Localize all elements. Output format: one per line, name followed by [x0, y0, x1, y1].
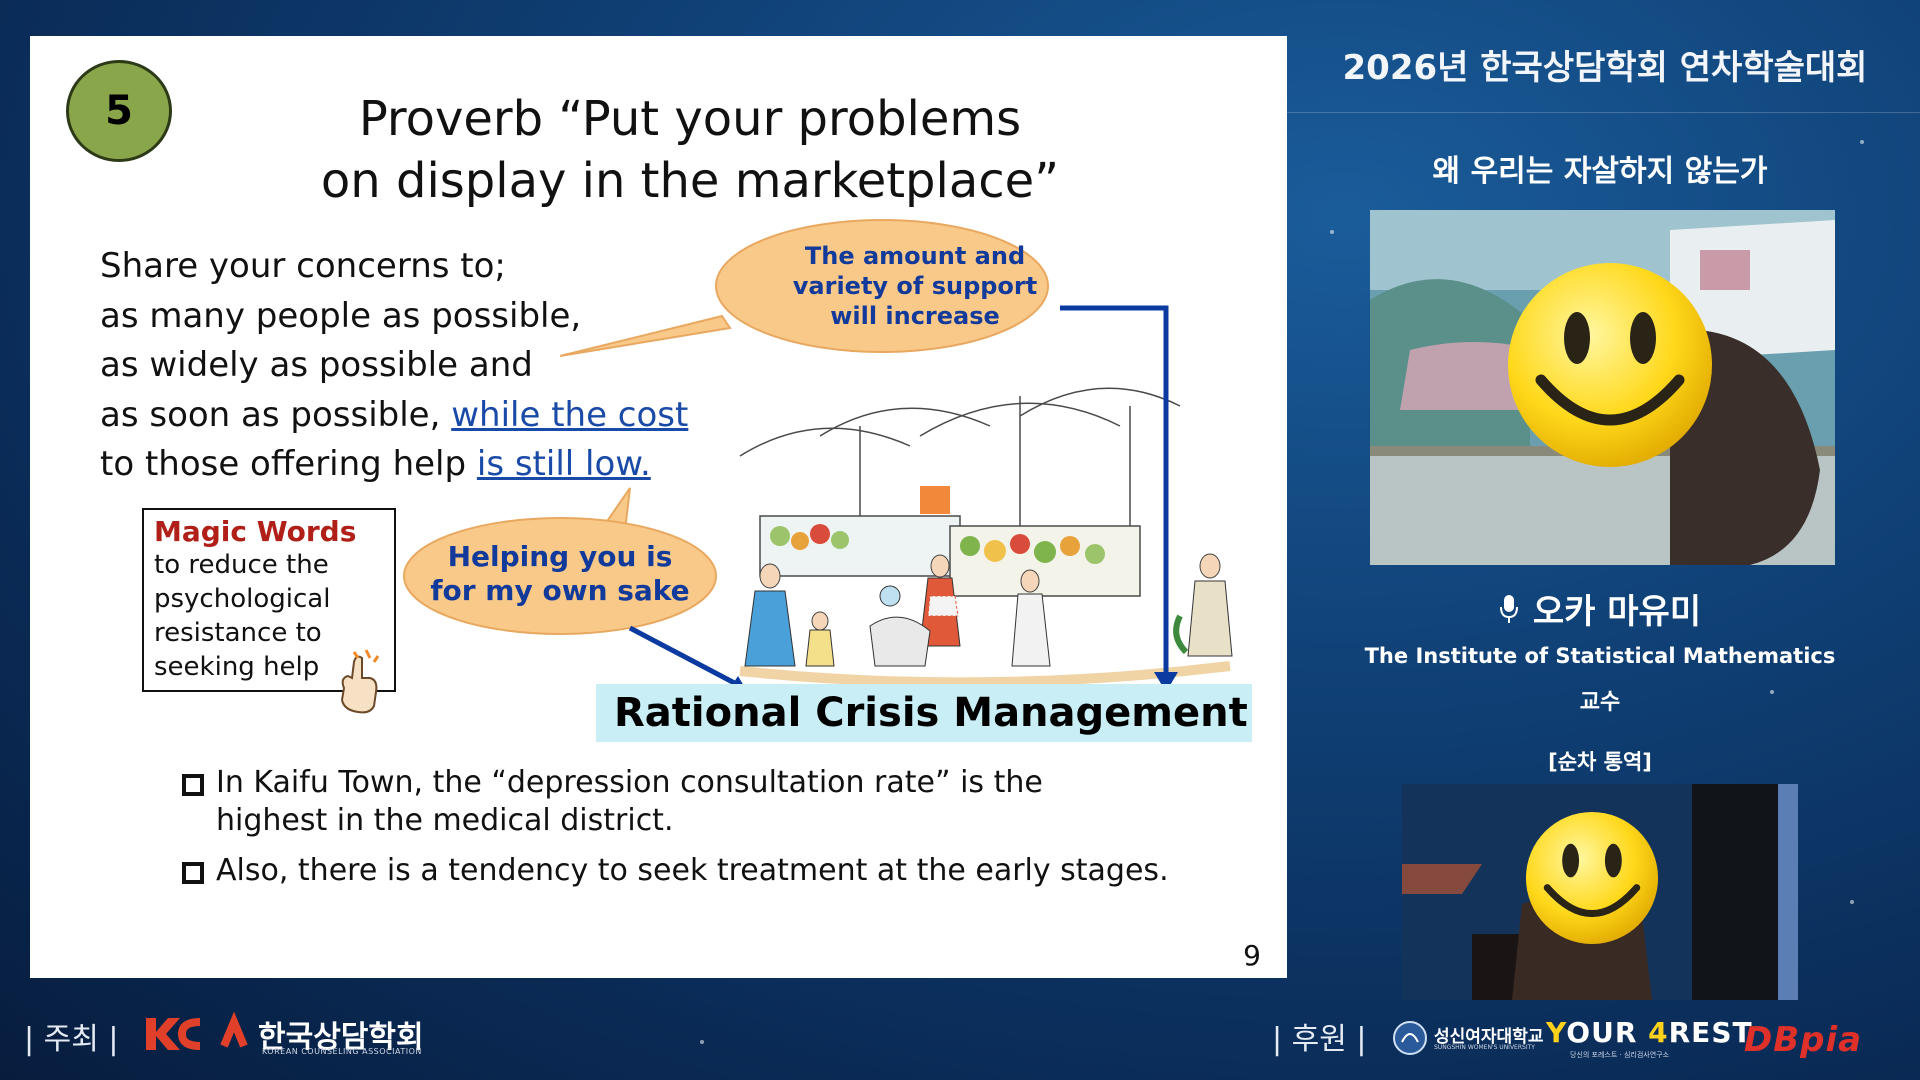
bubble-line: variety of support: [792, 272, 1038, 300]
magic-words-line: resistance to: [154, 618, 322, 648]
speaker-name: 오카 마유미: [1532, 592, 1702, 632]
lecture-title: 왜 우리는 자살하지 않는가: [1432, 154, 1768, 189]
bubble-line: The amount and: [804, 242, 1026, 270]
host-subtitle: KOREAN COUNSELING ASSOCIATION: [262, 1047, 422, 1056]
magic-words-line: to reduce the: [154, 550, 329, 580]
underlined-phrase: is still low.: [476, 444, 651, 484]
body-line: to those offering help is still low.: [100, 440, 740, 490]
pointing-hand-icon: [340, 649, 380, 714]
university-emblem-icon: [1393, 1021, 1427, 1055]
bullet-text: In Kaifu Town, the “depression consultat…: [216, 765, 1043, 800]
background-sparkle: [1850, 900, 1854, 904]
interpreter-video: [1402, 784, 1798, 1000]
bullet-text: Also, there is a tendency to seek treatm…: [216, 853, 1169, 888]
magic-words-title: Magic Words: [154, 515, 357, 548]
sponsor-your4rest-subtitle: 당신의 포레스트 · 심리검사연구소: [1570, 1051, 1670, 1059]
slide-number-badge: 5: [66, 60, 172, 162]
body-line: Share your concerns to;: [100, 246, 506, 286]
sponsor-dbpia: DBpia: [1744, 1020, 1863, 1060]
square-bullet-icon: [182, 862, 204, 884]
smiley-face-icon: [1508, 263, 1712, 467]
sponsor-your4rest-part: 4: [1648, 1016, 1669, 1049]
market-illustration: [739, 387, 1233, 688]
sponsor-sungshin-subtitle: SUNGSHIN WOMEN'S UNIVERSITY: [1434, 1044, 1535, 1051]
slide-title-line: on display in the marketplace”: [320, 153, 1060, 209]
interpretation-label: [순차 통역]: [1548, 750, 1652, 774]
panel-divider: [1287, 112, 1920, 113]
background-sparkle: [1330, 230, 1334, 234]
bullet-item: Also, there is a tendency to seek treatm…: [180, 852, 1220, 890]
slide-page-number: 9: [1243, 939, 1261, 972]
underlined-phrase: while the cost: [451, 394, 689, 435]
bubble-line: Helping you is: [447, 540, 673, 573]
slide-title-line: Proverb “Put your problems: [358, 91, 1022, 147]
conference-title: 2026년 한국상담학회 연차학술대회: [1342, 48, 1868, 88]
body-line: as widely as possible and: [100, 345, 533, 385]
sponsor-your4rest: YOUR 4REST: [1546, 1016, 1753, 1049]
bubble-line: will increase: [830, 302, 1000, 330]
sponsor-label: | 후원 |: [1272, 1022, 1367, 1057]
smiley-face-icon: [1525, 811, 1659, 945]
presentation-slide: 5 Proverb “Put your problems on display …: [30, 36, 1287, 978]
microphone-icon: [1499, 594, 1518, 623]
magic-words-line: psychological: [154, 584, 331, 614]
bullet-text: highest in the medical district.: [216, 803, 674, 838]
speaker-name-row: 오카 마유미: [1320, 584, 1880, 633]
host-label: | 주최 |: [24, 1022, 119, 1057]
sponsor-your4rest-part: REST: [1668, 1016, 1753, 1049]
bubble-support-text: The amount and variety of support will i…: [750, 241, 1080, 331]
body-line-text: as soon as possible,: [100, 394, 452, 435]
slide-title: Proverb “Put your problems on display in…: [220, 88, 1160, 212]
bullet-list: In Kaifu Town, the “depression consultat…: [180, 764, 1220, 902]
slide-body-text: Share your concerns to; as many people a…: [100, 242, 740, 490]
body-line: as soon as possible, while the cost: [100, 391, 740, 441]
background-sparkle: [1860, 140, 1864, 144]
rational-crisis-management-label: Rational Crisis Management: [614, 690, 1248, 736]
body-line-text: to those offering help: [100, 444, 477, 484]
sponsor-your4rest-part: Y: [1546, 1016, 1567, 1049]
speaker-role: 교수: [1579, 690, 1621, 715]
square-bullet-icon: [182, 774, 204, 796]
sponsor-your4rest-part: OUR: [1566, 1016, 1649, 1049]
speaker-video: [1370, 210, 1835, 565]
bubble-helping-text: Helping you is for my own sake: [410, 540, 710, 608]
bullet-item: In Kaifu Town, the “depression consultat…: [180, 764, 1220, 840]
speaker-affiliation: The Institute of Statistical Mathematics: [1364, 644, 1836, 668]
body-line: as many people as possible,: [100, 295, 582, 336]
bubble-line: for my own sake: [430, 574, 690, 607]
kca-logo-icon: [146, 1012, 248, 1050]
